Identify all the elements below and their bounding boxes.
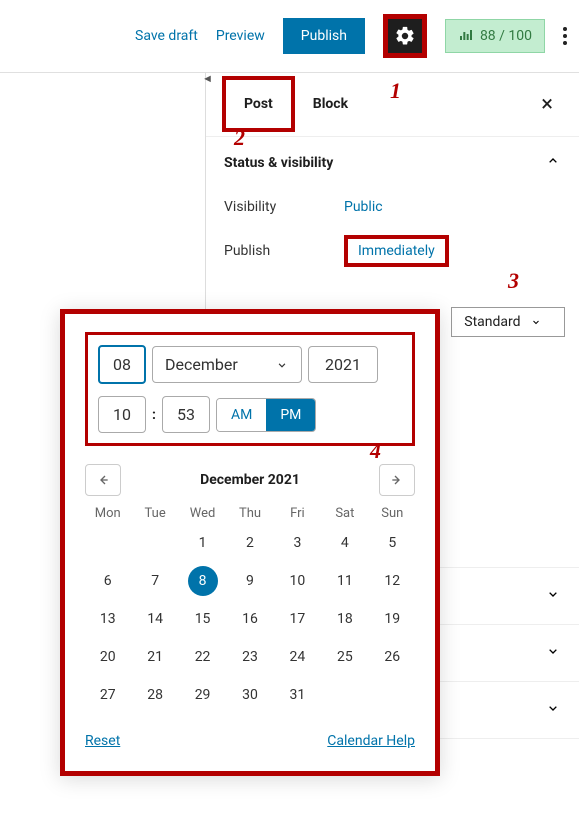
calendar-day[interactable]: 11 bbox=[322, 565, 367, 597]
top-toolbar: Save draft Preview Publish 88 / 100 bbox=[0, 0, 579, 73]
calendar-day[interactable]: 2 bbox=[227, 527, 272, 559]
calendar-day bbox=[322, 679, 367, 711]
tab-block[interactable]: Block bbox=[295, 80, 366, 128]
weekday-header: Mon bbox=[85, 506, 130, 521]
year-input[interactable]: 2021 bbox=[308, 346, 378, 383]
calendar-day[interactable]: 19 bbox=[370, 603, 415, 635]
hour-input[interactable]: 10 bbox=[98, 396, 146, 433]
month-value: December bbox=[165, 355, 238, 374]
chevron-down-icon bbox=[545, 700, 561, 720]
day-input[interactable]: 08 bbox=[98, 345, 146, 384]
prev-month-button[interactable] bbox=[85, 464, 121, 496]
calendar-day[interactable]: 4 bbox=[322, 527, 367, 559]
calendar-day[interactable]: 12 bbox=[370, 565, 415, 597]
arrow-right-icon bbox=[389, 472, 405, 488]
seo-score-badge[interactable]: 88 / 100 bbox=[445, 19, 545, 53]
format-value: Standard bbox=[464, 314, 520, 330]
am-option[interactable]: AM bbox=[217, 399, 266, 431]
tab-post-highlight: Post bbox=[222, 76, 295, 132]
calendar-day[interactable]: 14 bbox=[132, 603, 177, 635]
publish-button[interactable]: Publish bbox=[283, 18, 365, 54]
chevron-down-icon bbox=[545, 586, 561, 606]
annotation-3: 3 bbox=[508, 268, 519, 294]
visibility-label: Visibility bbox=[224, 199, 344, 215]
calendar-day[interactable]: 21 bbox=[132, 641, 177, 673]
annotation-4: 4 bbox=[370, 438, 381, 464]
date-picker-popover: 08 December 2021 10 : 53 AM PM December … bbox=[60, 309, 440, 776]
calendar-day[interactable]: 8 bbox=[180, 565, 225, 597]
annotation-1: 1 bbox=[390, 78, 401, 104]
calendar-day[interactable]: 3 bbox=[275, 527, 320, 559]
chevron-down-icon bbox=[275, 358, 289, 372]
calendar-day[interactable]: 9 bbox=[227, 565, 272, 597]
chevron-up-icon bbox=[545, 153, 561, 173]
calendar-help-link[interactable]: Calendar Help bbox=[327, 733, 415, 749]
arrow-left-icon bbox=[95, 472, 111, 488]
calendar-day bbox=[85, 527, 130, 559]
calendar-day[interactable]: 31 bbox=[275, 679, 320, 711]
calendar-day[interactable]: 6 bbox=[85, 565, 130, 597]
chevron-down-icon bbox=[545, 643, 561, 663]
score-value: 88 / 100 bbox=[480, 28, 532, 44]
calendar-day[interactable]: 1 bbox=[180, 527, 225, 559]
calendar-day[interactable]: 28 bbox=[132, 679, 177, 711]
calendar-title: December 2021 bbox=[200, 472, 300, 488]
calendar-day[interactable]: 17 bbox=[275, 603, 320, 635]
calendar-day[interactable]: 5 bbox=[370, 527, 415, 559]
am-pm-toggle[interactable]: AM PM bbox=[216, 398, 316, 432]
calendar-day[interactable]: 20 bbox=[85, 641, 130, 673]
calendar-day[interactable]: 25 bbox=[322, 641, 367, 673]
pm-option[interactable]: PM bbox=[266, 399, 315, 431]
calendar-day[interactable]: 18 bbox=[322, 603, 367, 635]
datepicker-footer: Reset Calendar Help bbox=[85, 733, 415, 749]
calendar-day[interactable]: 26 bbox=[370, 641, 415, 673]
settings-button[interactable] bbox=[383, 14, 427, 58]
publish-label: Publish bbox=[224, 243, 344, 259]
status-title: Status & visibility bbox=[224, 155, 333, 171]
minute-input[interactable]: 53 bbox=[162, 396, 210, 433]
calendar-day[interactable]: 13 bbox=[85, 603, 130, 635]
signal-icon bbox=[458, 28, 474, 44]
tab-post[interactable]: Post bbox=[226, 80, 291, 128]
weekday-header: Fri bbox=[275, 506, 320, 521]
weekday-header: Sun bbox=[370, 506, 415, 521]
calendar-day[interactable]: 22 bbox=[180, 641, 225, 673]
weekday-header: Thu bbox=[227, 506, 272, 521]
time-colon: : bbox=[152, 407, 156, 423]
calendar-day[interactable]: 23 bbox=[227, 641, 272, 673]
more-options-button[interactable] bbox=[563, 27, 567, 45]
calendar-day[interactable]: 29 bbox=[180, 679, 225, 711]
datetime-inputs-highlight: 08 December 2021 10 : 53 AM PM bbox=[85, 332, 415, 446]
publish-value-highlight: Immediately bbox=[344, 235, 449, 267]
weekday-header: Tue bbox=[132, 506, 177, 521]
calendar-day[interactable]: 27 bbox=[85, 679, 130, 711]
status-section: Status & visibility Visibility Public Pu… bbox=[206, 136, 579, 295]
weekday-header: Sat bbox=[322, 506, 367, 521]
gear-icon bbox=[394, 25, 416, 47]
calendar-day bbox=[132, 527, 177, 559]
status-section-header[interactable]: Status & visibility bbox=[206, 137, 579, 189]
calendar-nav: December 2021 bbox=[85, 464, 415, 496]
calendar-grid: MonTueWedThuFriSatSun1234567891011121314… bbox=[85, 506, 415, 711]
annotation-2: 2 bbox=[234, 125, 245, 151]
month-select[interactable]: December bbox=[152, 346, 302, 383]
calendar-day bbox=[370, 679, 415, 711]
calendar-day[interactable]: 30 bbox=[227, 679, 272, 711]
weekday-header: Wed bbox=[180, 506, 225, 521]
save-draft-link[interactable]: Save draft bbox=[135, 28, 198, 44]
preview-link[interactable]: Preview bbox=[216, 28, 265, 44]
calendar-day[interactable]: 15 bbox=[180, 603, 225, 635]
publish-value[interactable]: Immediately bbox=[358, 243, 435, 259]
calendar-day[interactable]: 10 bbox=[275, 565, 320, 597]
calendar-day[interactable]: 24 bbox=[275, 641, 320, 673]
calendar-day[interactable]: 16 bbox=[227, 603, 272, 635]
visibility-row: Visibility Public bbox=[224, 189, 561, 225]
reset-link[interactable]: Reset bbox=[85, 733, 120, 749]
chevron-down-icon bbox=[530, 316, 542, 328]
post-format-select[interactable]: Standard bbox=[451, 307, 565, 337]
close-panel-button[interactable]: × bbox=[531, 92, 563, 117]
visibility-value[interactable]: Public bbox=[344, 199, 383, 215]
calendar-day[interactable]: 7 bbox=[132, 565, 177, 597]
next-month-button[interactable] bbox=[379, 464, 415, 496]
